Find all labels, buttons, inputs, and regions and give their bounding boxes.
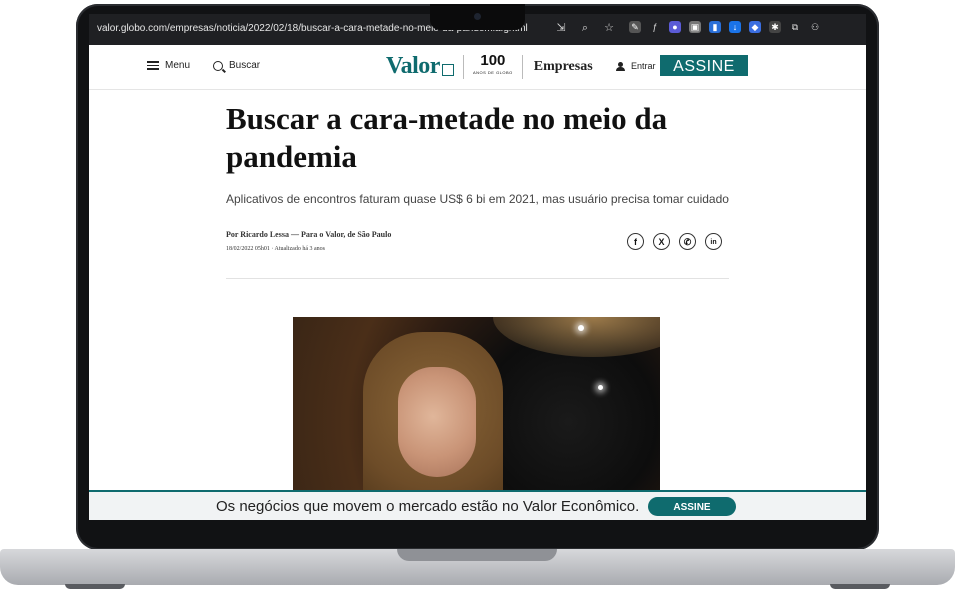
hamburger-icon [147, 61, 159, 70]
laptop-base-notch [397, 549, 557, 561]
bookmark-star-icon[interactable]: ☆ [602, 21, 616, 35]
linkedin-share-icon[interactable]: in [705, 233, 722, 250]
article-divider [226, 278, 729, 279]
banner-text: Os negócios que movem o mercado estão no… [216, 498, 640, 515]
logo-divider [521, 54, 523, 79]
article-photo [293, 317, 660, 492]
brand-logo[interactable]: Valor 100 ANOS DE GLOBO Empresas [386, 53, 593, 80]
laptop-foot [830, 584, 890, 589]
menu-button[interactable]: Menu [147, 60, 190, 71]
extensions-bar: ✎ ƒ ● ▣ ▮ ↓ ◆ ✱ ⧉ ⚇ [629, 21, 821, 33]
extension-icon[interactable]: ● [669, 21, 681, 33]
extension-icon[interactable]: ✎ [629, 21, 641, 33]
article-byline: Por Ricardo Lessa — Para o Valor, de São… [226, 230, 392, 239]
camera-extension-icon[interactable]: ▣ [689, 21, 701, 33]
valor-logo: Valor [386, 53, 440, 79]
profile-icon[interactable]: ⚇ [809, 21, 821, 33]
extension-icon[interactable]: ▮ [709, 21, 721, 33]
screen: valor.globo.com/empresas/noticia/2022/02… [89, 14, 866, 520]
login-label: Entrar [631, 61, 656, 71]
article-subtitle: Aplicativos de encontros faturam quase U… [226, 192, 729, 206]
subscription-banner: Os negócios que movem o mercado estão no… [89, 490, 866, 520]
facebook-share-icon[interactable]: f [627, 233, 644, 250]
extensions-puzzle-icon[interactable]: ⧉ [789, 21, 801, 33]
section-name[interactable]: Empresas [534, 59, 593, 75]
extension-icon[interactable]: ◆ [749, 21, 761, 33]
search-label: Buscar [229, 60, 261, 71]
user-icon [616, 61, 625, 71]
article-headline: Buscar a cara-metade no meio da pandemia [226, 101, 668, 174]
search-icon [213, 60, 223, 71]
search-button[interactable]: Buscar [213, 60, 260, 71]
menu-label: Menu [165, 60, 191, 71]
formula-extension-icon[interactable]: ƒ [649, 21, 661, 33]
anniversary-logo: 100 ANOS DE GLOBO [472, 51, 513, 75]
subscribe-button[interactable]: ASSINE [660, 55, 748, 76]
browser-toolbar: ⇲ ⌕ ☆ [554, 21, 616, 35]
site-header: Menu Buscar Valor 100 ANOS DE GLOBO Empr… [89, 45, 866, 90]
extension-icon[interactable]: ✱ [769, 21, 781, 33]
camera-icon [474, 13, 481, 20]
article-dateline: 18/02/2022 05h01 · Atualizado há 3 anos [226, 246, 325, 252]
whatsapp-share-icon[interactable]: ✆ [679, 233, 696, 250]
login-button[interactable]: Entrar [616, 61, 656, 71]
subscribe-now-button[interactable]: ASSINE AGORA [648, 497, 736, 516]
laptop-foot [65, 584, 125, 589]
zoom-icon[interactable]: ⌕ [578, 21, 592, 35]
download-icon[interactable]: ↓ [729, 21, 741, 33]
share-buttons: f X ✆ in [627, 233, 722, 250]
globo-icon [441, 63, 454, 76]
logo-divider [462, 54, 464, 79]
x-share-icon[interactable]: X [653, 233, 670, 250]
install-app-icon[interactable]: ⇲ [554, 21, 568, 35]
